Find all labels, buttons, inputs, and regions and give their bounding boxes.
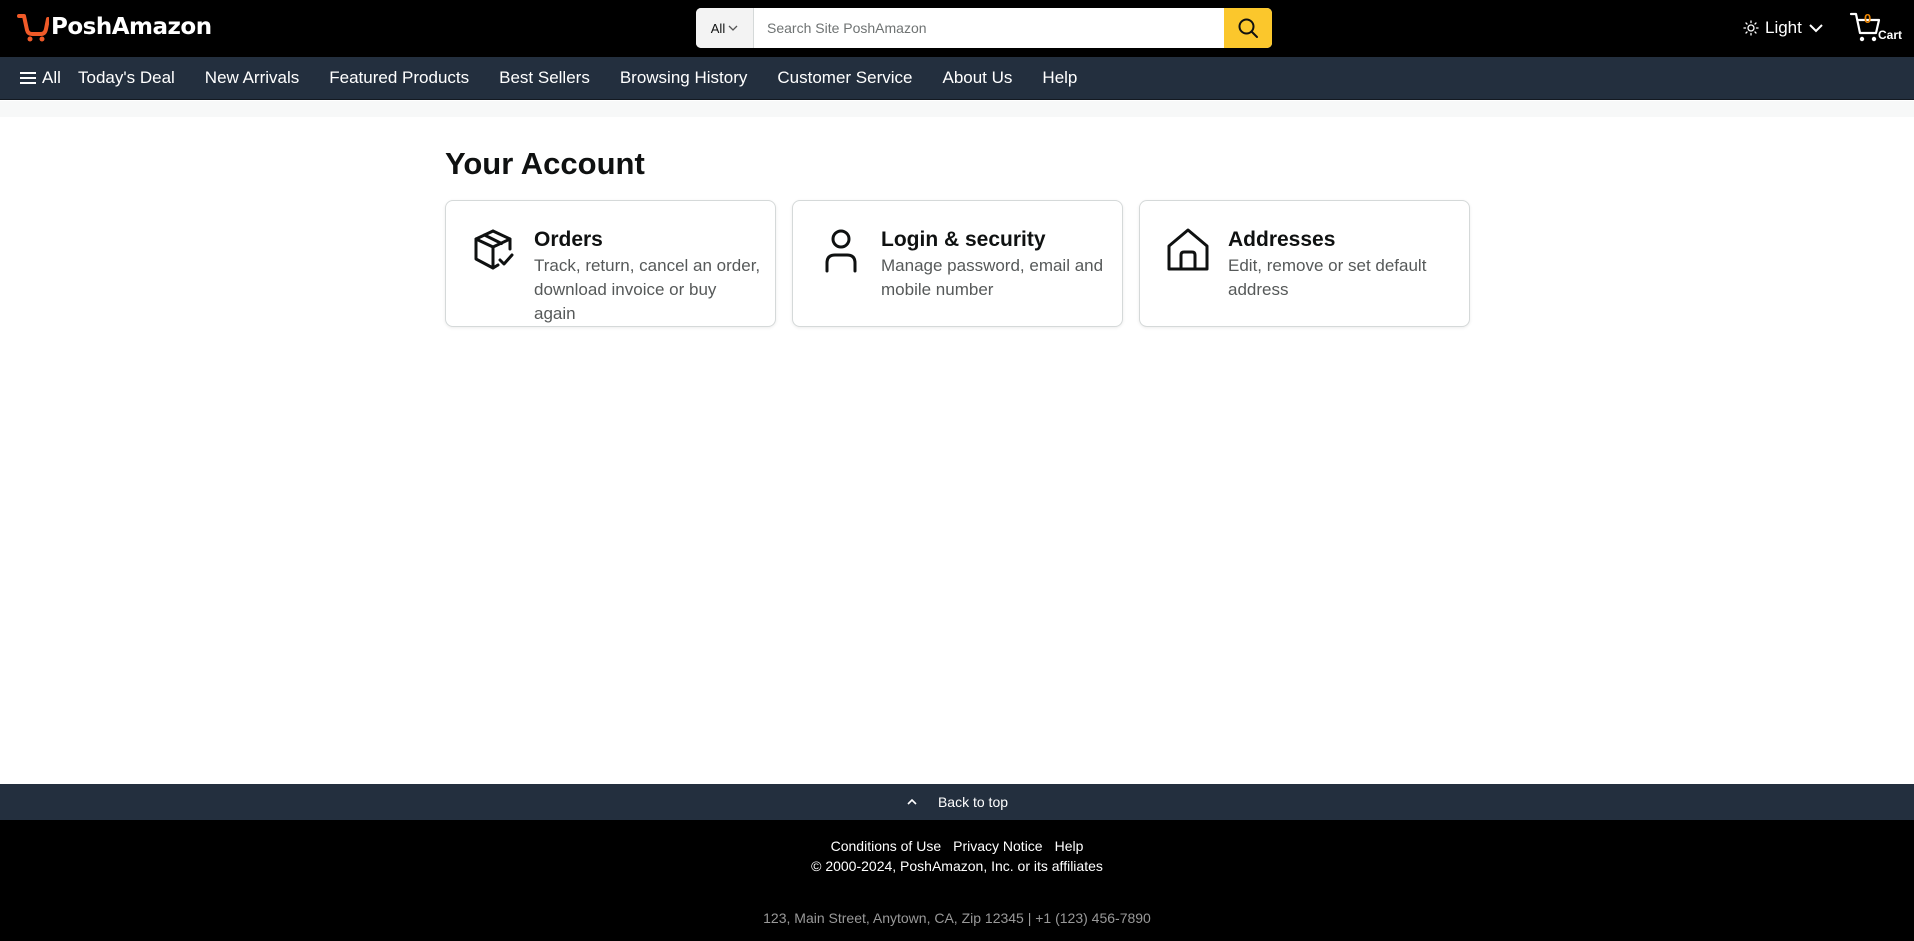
cart-button[interactable]: 0 Cart <box>1849 9 1909 47</box>
chevron-down-icon <box>1809 24 1823 33</box>
user-icon <box>825 229 857 273</box>
nav-item-browsing-history[interactable]: Browsing History <box>620 68 748 88</box>
login-security-card[interactable]: Login & security Manage password, email … <box>792 200 1123 327</box>
footer-link-conditions[interactable]: Conditions of Use <box>831 838 942 854</box>
back-to-top-button[interactable]: Back to top <box>0 784 1914 820</box>
package-check-icon <box>474 229 514 270</box>
nav-item-help[interactable]: Help <box>1042 68 1077 88</box>
theme-toggle[interactable]: Light <box>1743 16 1824 40</box>
account-cards: Orders Track, return, cancel an order, d… <box>445 200 1470 327</box>
footer: Conditions of Use Privacy Notice Help © … <box>0 820 1914 941</box>
login-security-card-title: Login & security <box>881 228 1046 251</box>
logo-cart-icon <box>17 14 49 42</box>
nav-item-best-sellers[interactable]: Best Sellers <box>499 68 590 88</box>
addresses-card[interactable]: Addresses Edit, remove or set default ad… <box>1139 200 1470 327</box>
sub-header-strip <box>0 101 1914 117</box>
search-category-label: All <box>710 20 726 36</box>
search-icon <box>1238 18 1258 38</box>
home-icon <box>1167 228 1209 271</box>
sun-icon <box>1743 20 1759 36</box>
orders-card-description: Track, return, cancel an order, download… <box>534 256 761 323</box>
addresses-card-description: Edit, remove or set default address <box>1228 256 1427 299</box>
nav-item-new-arrivals[interactable]: New Arrivals <box>205 68 299 88</box>
orders-card-title: Orders <box>534 228 603 251</box>
footer-link-help[interactable]: Help <box>1055 838 1084 854</box>
addresses-card-title: Addresses <box>1228 228 1336 251</box>
main-nav: All Today's Deal New Arrivals Featured P… <box>0 57 1914 100</box>
nav-item-customer-service[interactable]: Customer Service <box>777 68 912 88</box>
page-title: Your Account <box>445 146 645 181</box>
cart-count-badge: 0 <box>1864 11 1872 26</box>
nav-item-about-us[interactable]: About Us <box>942 68 1012 88</box>
nav-all-label: All <box>42 68 61 87</box>
logo-text: PoshAmazon <box>51 14 212 40</box>
footer-links: Conditions of Use Privacy Notice Help <box>0 838 1914 854</box>
search-category-select[interactable]: All <box>696 8 754 48</box>
footer-address: 123, Main Street, Anytown, CA, Zip 12345… <box>763 910 1151 926</box>
footer-copyright: © 2000-2024, PoshAmazon, Inc. or its aff… <box>811 858 1103 874</box>
search-input[interactable] <box>754 8 1224 48</box>
back-to-top-label: Back to top <box>937 794 1009 810</box>
search-button[interactable] <box>1224 8 1272 48</box>
nav-links: Today's Deal New Arrivals Featured Produ… <box>78 68 1107 88</box>
nav-item-featured-products[interactable]: Featured Products <box>329 68 469 88</box>
login-security-card-description: Manage password, email and mobile number <box>881 256 1104 299</box>
top-header: PoshAmazon All Light <box>0 0 1914 57</box>
chevron-up-icon <box>907 798 917 805</box>
cart-label: Cart <box>1878 28 1903 42</box>
nav-item-todays-deal[interactable]: Today's Deal <box>78 68 175 88</box>
footer-link-privacy[interactable]: Privacy Notice <box>953 838 1042 854</box>
orders-card[interactable]: Orders Track, return, cancel an order, d… <box>445 200 776 327</box>
chevron-down-icon <box>728 25 738 31</box>
theme-label: Light <box>1765 18 1802 37</box>
account-main: Your Account Orders Track, return, cance… <box>445 146 1470 327</box>
search-bar: All <box>696 8 1272 48</box>
site-logo[interactable]: PoshAmazon <box>17 12 212 42</box>
hamburger-menu-icon <box>20 72 36 84</box>
nav-all-menu-button[interactable]: All <box>20 68 61 88</box>
